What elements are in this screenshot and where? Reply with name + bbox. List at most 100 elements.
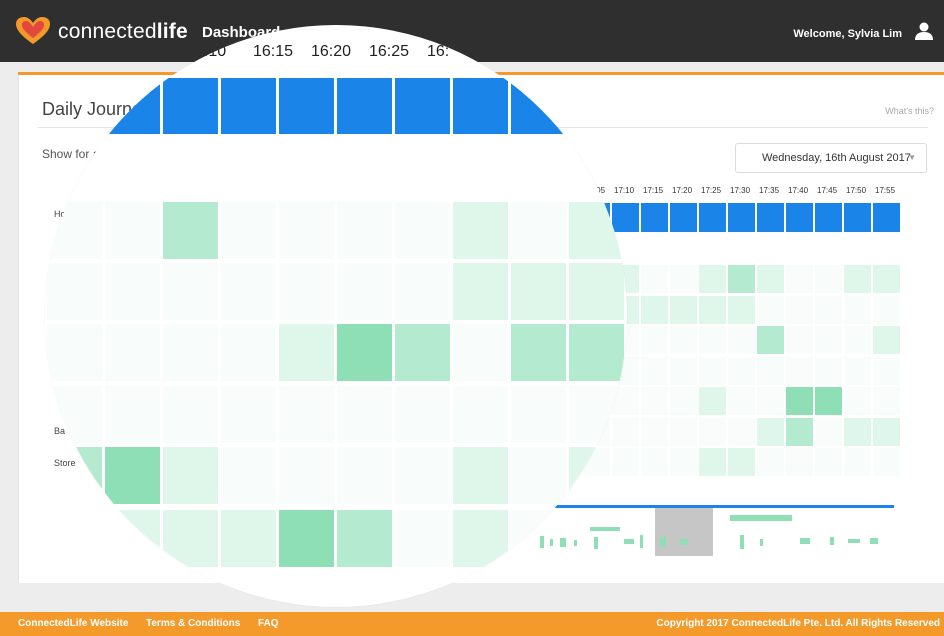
activity-cell[interactable]: [612, 203, 639, 232]
heatmap-cell[interactable]: [728, 265, 755, 293]
activity-cell[interactable]: [815, 203, 842, 232]
activity-cell[interactable]: [670, 203, 697, 232]
heatmap-cell[interactable]: [612, 265, 639, 293]
heatmap-cell[interactable]: [728, 356, 755, 385]
heatmap-cell[interactable]: [641, 356, 668, 385]
heatmap-cell[interactable]: [844, 326, 871, 354]
heatmap-cell[interactable]: [786, 326, 813, 354]
heatmap-cell[interactable]: [728, 448, 755, 476]
heatmap-cell[interactable]: [786, 417, 813, 446]
heatmap-cell[interactable]: [728, 387, 755, 415]
heatmap-cell[interactable]: [641, 417, 668, 446]
heatmap-cell[interactable]: [612, 448, 639, 476]
heatmap-cell[interactable]: [815, 356, 842, 385]
heatmap-cell[interactable]: [699, 326, 726, 354]
heatmap-cell[interactable]: [786, 356, 813, 385]
heatmap-cell[interactable]: [844, 295, 871, 324]
footer-link-terms[interactable]: Terms & Conditions: [146, 618, 240, 629]
date-select[interactable]: Wednesday, 16th August 2017 ▼: [735, 143, 927, 173]
heatmap-cell[interactable]: [728, 326, 755, 354]
nav-dashboard[interactable]: Dashboard: [202, 24, 280, 41]
heatmap-cell[interactable]: [612, 417, 639, 446]
heatmap-cell[interactable]: [815, 387, 842, 415]
heatmap-cell[interactable]: [844, 387, 871, 415]
heatmap-cell[interactable]: [873, 448, 900, 476]
heatmap-cell[interactable]: [670, 448, 697, 476]
heatmap-cell[interactable]: [583, 417, 610, 446]
heatmap-cell[interactable]: [757, 356, 784, 385]
footer-link-faq[interactable]: FAQ: [258, 618, 279, 629]
connectedlife-heart-logo[interactable]: [14, 16, 52, 46]
heatmap-cell[interactable]: [641, 265, 668, 293]
heatmap-cell[interactable]: [786, 448, 813, 476]
heatmap-cell[interactable]: [612, 387, 639, 415]
heatmap-cell[interactable]: [583, 356, 610, 385]
heatmap-cell[interactable]: [670, 326, 697, 354]
row-label-store: Store: [54, 458, 76, 468]
heatmap-cell[interactable]: [612, 356, 639, 385]
heatmap-cell[interactable]: [670, 417, 697, 446]
heatmap-cell[interactable]: [815, 265, 842, 293]
heatmap-cell[interactable]: [641, 448, 668, 476]
heatmap-cell[interactable]: [757, 295, 784, 324]
heatmap-cell[interactable]: [699, 387, 726, 415]
heatmap-cell[interactable]: [757, 448, 784, 476]
heatmap-cell[interactable]: [786, 387, 813, 415]
heatmap-cell[interactable]: [786, 265, 813, 293]
heatmap-cell[interactable]: [786, 295, 813, 324]
activity-cell[interactable]: [699, 203, 726, 232]
heatmap-cell[interactable]: [815, 448, 842, 476]
heatmap-cell[interactable]: [844, 265, 871, 293]
heatmap-cell[interactable]: [873, 417, 900, 446]
heatmap-cell[interactable]: [873, 265, 900, 293]
heatmap-cell[interactable]: [757, 265, 784, 293]
heatmap-cell[interactable]: [670, 356, 697, 385]
time-tick: 17:10: [614, 186, 635, 195]
heatmap-cell[interactable]: [699, 295, 726, 324]
heatmap-cell[interactable]: [873, 387, 900, 415]
heatmap-cell[interactable]: [670, 295, 697, 324]
activity-cell[interactable]: [757, 203, 784, 232]
heatmap-cell[interactable]: [757, 326, 784, 354]
heatmap-cell[interactable]: [583, 387, 610, 415]
heatmap-cell[interactable]: [844, 417, 871, 446]
heatmap-cell[interactable]: [670, 265, 697, 293]
activity-cell[interactable]: [641, 203, 668, 232]
activity-cell[interactable]: [844, 203, 871, 232]
footer-link-website[interactable]: ConnectedLife Website: [18, 618, 128, 629]
heatmap-cell[interactable]: [699, 265, 726, 293]
heatmap-cell[interactable]: [815, 326, 842, 354]
activity-cell[interactable]: [728, 203, 755, 232]
heatmap-cell[interactable]: [844, 356, 871, 385]
heatmap-cell[interactable]: [583, 448, 610, 476]
user-icon[interactable]: [914, 21, 934, 41]
row-label-e: E: [56, 238, 63, 248]
whats-this-link[interactable]: What's this?: [885, 106, 934, 116]
heatmap-cell[interactable]: [873, 356, 900, 385]
heatmap-cell[interactable]: [815, 295, 842, 324]
heatmap-cell[interactable]: [815, 417, 842, 446]
activity-cell[interactable]: [873, 203, 900, 232]
activity-cell[interactable]: [583, 203, 610, 232]
heatmap-cell[interactable]: [728, 295, 755, 324]
heatmap-cell[interactable]: [583, 265, 610, 293]
heatmap-cell[interactable]: [641, 326, 668, 354]
heatmap-cell[interactable]: [583, 326, 610, 354]
heatmap-cell[interactable]: [873, 326, 900, 354]
heatmap-cell[interactable]: [641, 295, 668, 324]
heatmap-cell[interactable]: [641, 387, 668, 415]
heatmap-cell[interactable]: [728, 417, 755, 446]
heatmap-cell[interactable]: [699, 448, 726, 476]
heatmap-cell[interactable]: [612, 326, 639, 354]
heatmap-cell[interactable]: [757, 387, 784, 415]
heatmap-cell[interactable]: [873, 295, 900, 324]
heatmap-cell[interactable]: [670, 387, 697, 415]
heatmap-cell[interactable]: [699, 356, 726, 385]
heatmap-cell[interactable]: [757, 417, 784, 446]
heatmap-cell[interactable]: [844, 448, 871, 476]
heatmap-cell[interactable]: [699, 417, 726, 446]
timeline-overview[interactable]: [530, 505, 894, 557]
heatmap-cell[interactable]: [612, 295, 639, 324]
heatmap-cell[interactable]: [583, 295, 610, 324]
activity-cell[interactable]: [786, 203, 813, 232]
